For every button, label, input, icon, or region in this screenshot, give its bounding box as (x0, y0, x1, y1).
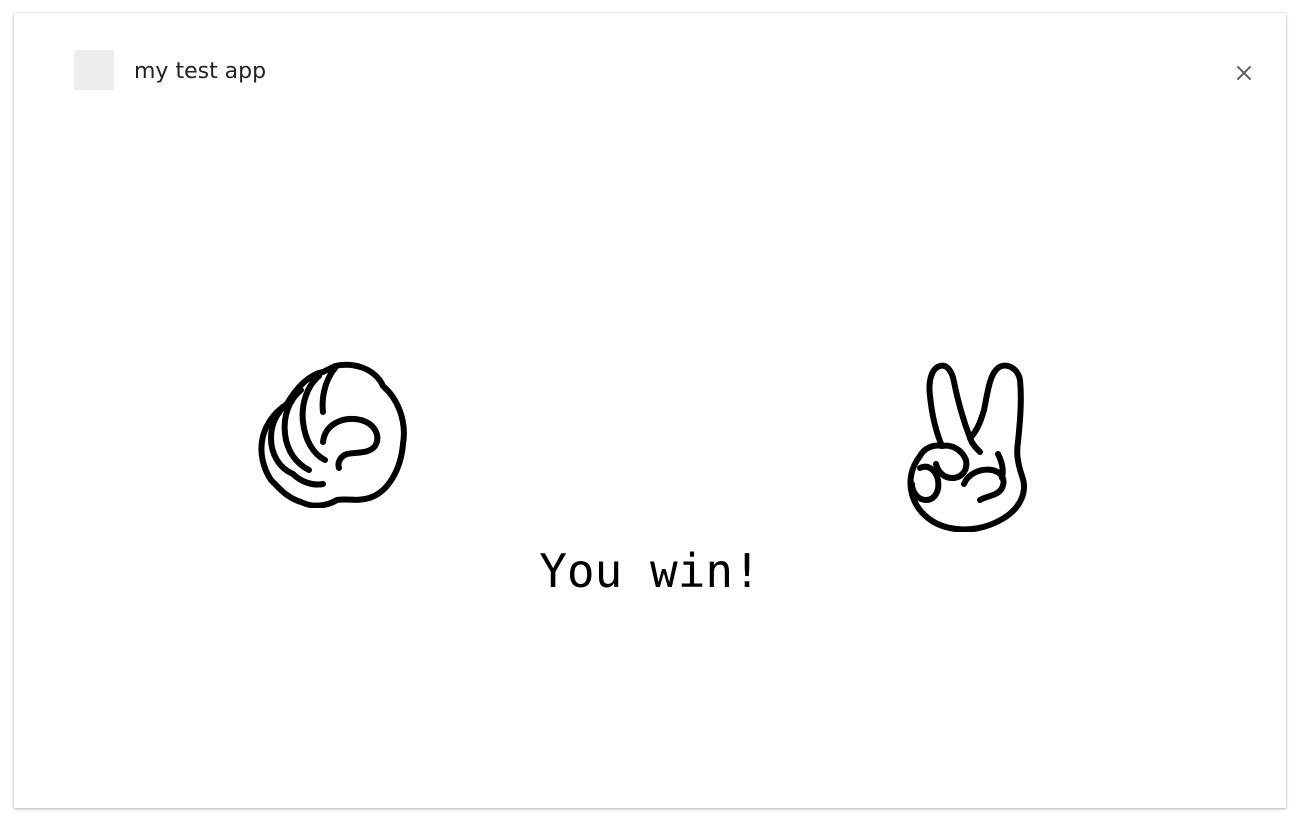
app-icon (74, 50, 114, 90)
close-button[interactable] (1230, 59, 1258, 87)
app-title: my test app (134, 59, 267, 84)
game-area: You win! (14, 133, 1286, 808)
result-text: You win! (539, 544, 761, 598)
title-bar: my test app (14, 13, 1286, 133)
scissors-hand-icon (907, 362, 1027, 532)
close-icon (1237, 66, 1251, 80)
rock-hand-icon (258, 361, 407, 508)
app-window: my test app You win! (14, 13, 1286, 808)
